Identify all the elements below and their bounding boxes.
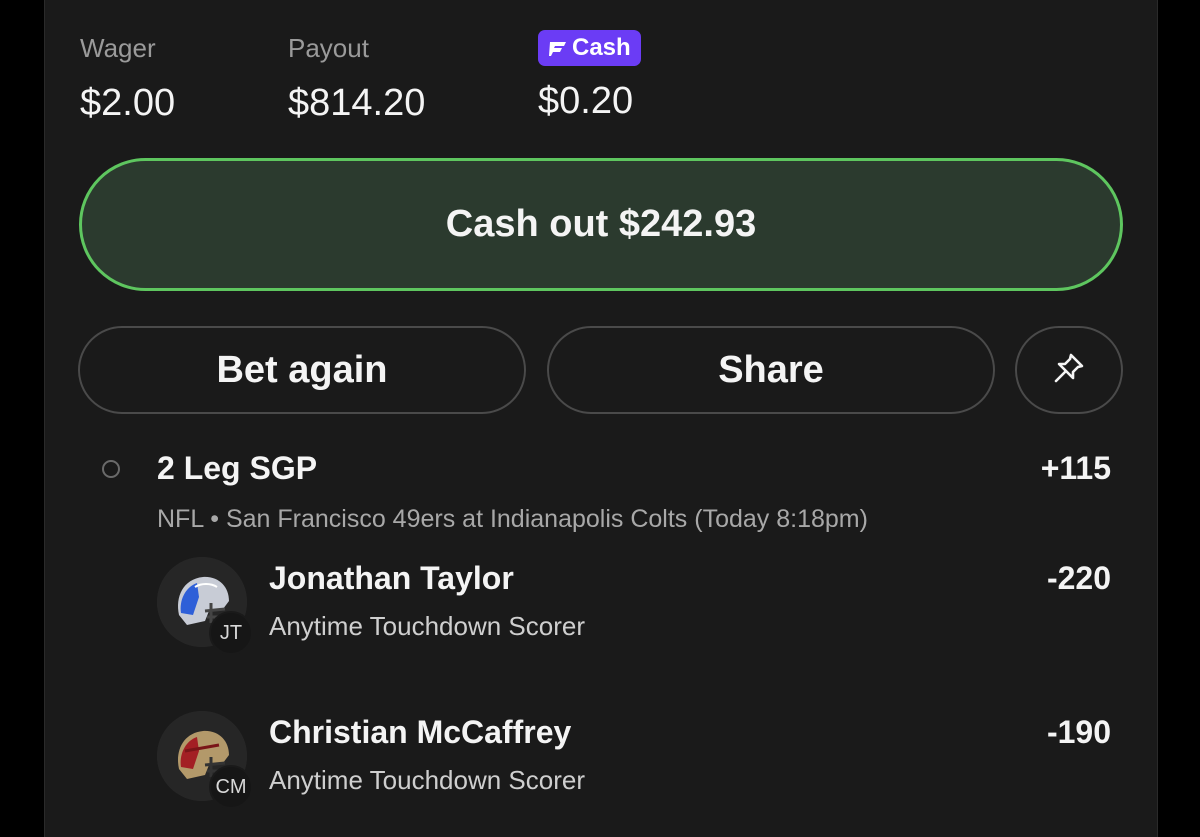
game-info: NFL • San Francisco 49ers at Indianapoli…: [157, 505, 868, 533]
bet-odds: +115: [1040, 450, 1111, 486]
payout-value: $814.20: [288, 82, 426, 124]
wager-label: Wager: [80, 33, 156, 63]
player-avatar: JT: [157, 557, 253, 655]
pin-icon: [1051, 350, 1087, 391]
share-button[interactable]: Share: [547, 326, 995, 414]
payout-stat: Payout $814.20: [288, 30, 425, 128]
fanduel-cash-icon: [548, 38, 568, 58]
wager-stat: Wager $2.00: [80, 30, 175, 128]
cash-badge: Cash: [538, 30, 641, 66]
leg-market: Anytime Touchdown Scorer: [269, 611, 586, 641]
bet-title: 2 Leg SGP: [157, 450, 318, 486]
pin-button[interactable]: [1015, 326, 1123, 414]
cash-value: $0.20: [538, 80, 634, 122]
cash-badge-label: Cash: [572, 34, 631, 61]
leg-player-name: Christian McCaffrey: [269, 714, 572, 750]
leg-market: Anytime Touchdown Scorer: [269, 765, 586, 795]
bet-status-indicator: [102, 460, 120, 478]
cash-stat: Cash $0.20: [538, 30, 641, 126]
leg-odds: -190: [1046, 714, 1111, 750]
player-initials: CM: [209, 765, 253, 809]
payout-label: Payout: [288, 33, 369, 63]
cash-out-button[interactable]: Cash out $242.93: [79, 158, 1123, 291]
bet-again-button[interactable]: Bet again: [78, 326, 526, 414]
leg-odds: -220: [1046, 560, 1111, 596]
player-avatar: CM: [157, 711, 253, 809]
leg-player-name: Jonathan Taylor: [269, 560, 514, 596]
wager-value: $2.00: [80, 82, 176, 124]
bet-card: Wager $2.00 Payout $814.20 Cash $0.20 Ca…: [44, 0, 1158, 837]
player-initials: JT: [209, 611, 253, 655]
